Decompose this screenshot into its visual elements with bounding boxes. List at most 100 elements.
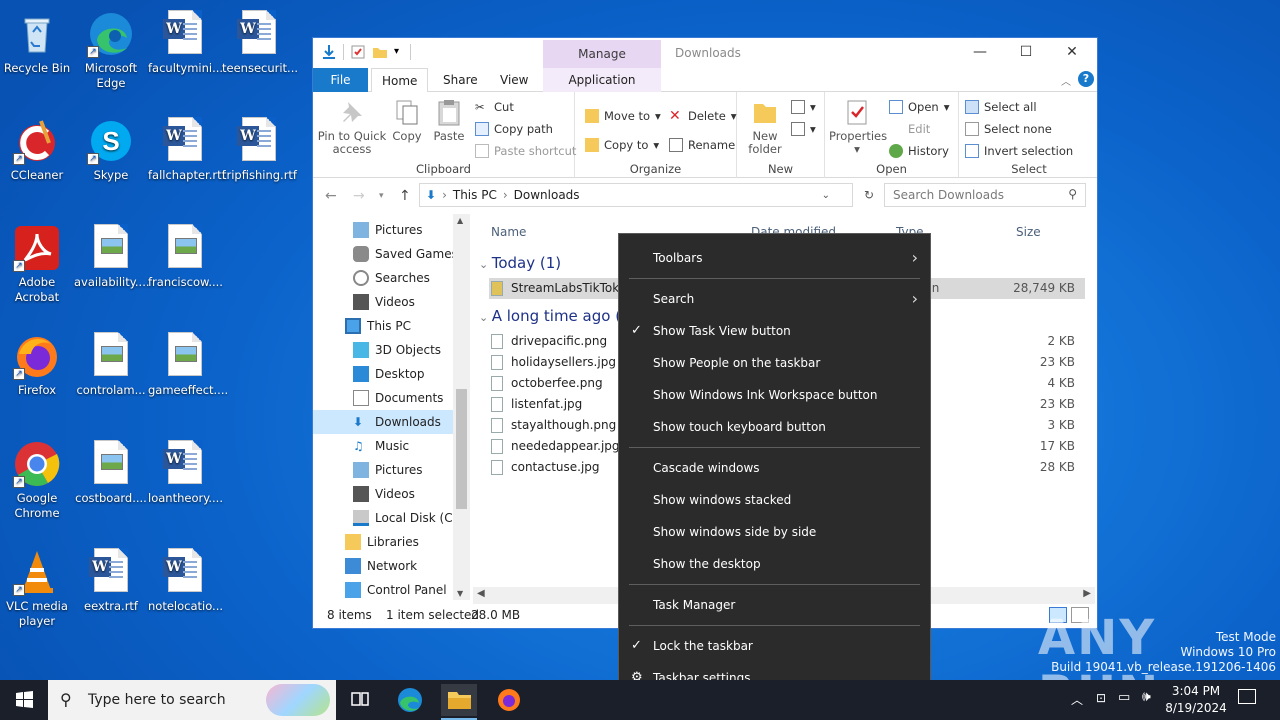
desktop-icon-file[interactable]: W fallchapter.rtf [148,113,226,183]
easy-access-button[interactable]: ▾ [791,122,816,136]
nav-scroll-thumb[interactable] [456,389,467,509]
close-button[interactable]: ✕ [1049,38,1095,68]
search-input[interactable]: Search Downloads ⚲ [884,183,1086,207]
desktop-icon-microsoft-edge[interactable]: ↗ Microsoft Edge [74,6,148,91]
tab-file[interactable]: File [313,68,368,92]
desktop-icon-file[interactable]: W loantheory.... [148,436,223,506]
show-hidden-icons-icon[interactable]: ︿ [1071,691,1083,708]
tab-view[interactable]: View [490,68,538,92]
rename-button[interactable]: Rename [669,138,735,152]
desktop-icon-firefox[interactable]: ↗ Firefox [0,328,74,398]
pin-quick-access-button[interactable]: Pin to Quick access [317,98,387,156]
invert-selection-button[interactable]: Invert selection [965,144,1073,158]
nav-item-downloads[interactable]: ⬇ Downloads [353,410,441,434]
nav-item-this-pc[interactable]: This PC [345,314,411,338]
start-button[interactable] [0,680,48,720]
delete-button[interactable]: ✕ Delete ▾ [669,109,737,123]
volume-icon[interactable]: 🕪 [1142,689,1151,705]
properties-button[interactable]: Properties ▾ [829,98,887,156]
menu-item-show-desktop[interactable]: Show the desktop [619,549,930,579]
maximize-button[interactable]: ☐ [1003,38,1049,68]
breadcrumb-downloads[interactable]: Downloads [514,188,580,202]
move-to-button[interactable]: Move to ▾ [585,109,661,123]
taskbar-file-explorer-button[interactable] [441,684,477,720]
menu-item-search[interactable]: Search › [619,284,930,314]
nav-item-videos[interactable]: Videos [353,290,415,314]
help-icon[interactable]: ? [1078,71,1094,87]
nav-item-local-disk[interactable]: Local Disk (C:) [353,506,461,530]
menu-item-touch-keyboard[interactable]: Show touch keyboard button [619,412,930,442]
desktop-icon-file[interactable]: W eextra.rtf [74,544,148,614]
nav-item-music[interactable]: ♫ Music [353,434,409,458]
new-item-button[interactable]: ▾ [791,100,816,114]
tab-share[interactable]: Share [433,68,488,92]
properties-check-icon[interactable] [350,44,366,60]
minimize-button[interactable]: — [957,38,1003,68]
nav-item-desktop[interactable]: Desktop [353,362,425,386]
nav-item-libraries[interactable]: Libraries [345,530,419,554]
tab-home[interactable]: Home [371,68,429,93]
desktop-icon-skype[interactable]: S ↗ Skype [74,113,148,183]
nav-item-saved-games[interactable]: Saved Games [353,242,458,266]
menu-item-cascade[interactable]: Cascade windows [619,453,930,483]
scroll-right-icon[interactable]: ▶ [1083,588,1091,599]
task-view-button[interactable] [342,684,378,716]
copy-button[interactable]: Copy [387,98,427,143]
address-box[interactable]: ⬇ › This PC › Downloads ⌄ ↻ [419,183,874,207]
scroll-down-icon[interactable]: ▼ [457,589,463,598]
network-tray-icon[interactable]: ⊡ [1096,691,1106,705]
group-header-today[interactable]: ⌄ Today (1) [479,254,561,272]
menu-item-side-by-side[interactable]: Show windows side by side [619,517,930,547]
copy-path-button[interactable]: Copy path [475,122,553,136]
scroll-up-icon[interactable]: ▲ [457,216,463,225]
scroll-left-icon[interactable]: ◀ [477,588,485,599]
nav-item-3d-objects[interactable]: 3D Objects [353,338,441,362]
column-header-name[interactable]: Name [491,225,526,239]
desktop-icon-file[interactable]: availability.... [74,220,150,290]
desktop-icon-file[interactable]: gameeffect.... [148,328,228,398]
paste-shortcut-button[interactable]: Paste shortcut [475,144,576,158]
taskbar-edge-button[interactable] [392,684,428,716]
group-header-older[interactable]: ⌄ A long time ago (7 [479,307,631,325]
nav-item-searches[interactable]: Searches [353,266,430,290]
qat-dropdown-icon[interactable]: ▾ [394,44,404,60]
nav-scrollbar[interactable]: ▲ ▼ [453,214,470,600]
nav-item-pictures-2[interactable]: Pictures [353,458,423,482]
back-arrow-icon[interactable]: ← [325,188,337,204]
paste-button[interactable]: Paste [429,98,469,143]
select-none-button[interactable]: Select none [965,122,1052,136]
collapse-ribbon-icon[interactable]: ︿ [1061,73,1071,88]
desktop-icon-ccleaner[interactable]: ↗ CCleaner [0,113,74,183]
tab-manage[interactable]: Manage [543,40,661,68]
desktop-icon-file[interactable]: W teensecurit... [222,6,298,76]
display-tray-icon[interactable]: ▭ [1118,690,1130,705]
desktop-icon-recycle-bin[interactable]: Recycle Bin [0,6,74,76]
nav-item-documents[interactable]: Documents [353,386,443,410]
nav-item-pictures[interactable]: Pictures [353,218,423,242]
menu-item-task-manager[interactable]: Task Manager [619,590,930,620]
breadcrumb-this-pc[interactable]: This PC [453,188,497,202]
desktop-icon-vlc[interactable]: ↗ VLC media player [0,544,74,629]
desktop-icon-file[interactable]: costboard.... [74,436,148,506]
clock[interactable]: 3:04 PM 8/19/2024 [1164,683,1228,717]
menu-item-task-view[interactable]: ✓ Show Task View button [619,316,930,346]
edit-button[interactable]: Edit [889,122,930,136]
menu-item-ink-workspace[interactable]: Show Windows Ink Workspace button [619,380,930,410]
refresh-icon[interactable]: ↻ [864,188,874,202]
copy-to-button[interactable]: Copy to ▾ [585,138,659,152]
notification-center-icon[interactable] [1238,689,1256,704]
taskbar-search-box[interactable]: ⚲ Type here to search [48,680,336,720]
menu-item-toolbars[interactable]: Toolbars › [619,243,930,273]
select-all-button[interactable]: Select all [965,100,1037,114]
history-button[interactable]: History [889,144,949,158]
nav-item-control-panel[interactable]: Control Panel [345,578,447,600]
open-button[interactable]: Open ▾ [889,100,950,114]
up-arrow-icon[interactable]: ↑ [399,188,411,204]
desktop-icon-file[interactable]: franciscow.... [148,220,223,290]
menu-item-people[interactable]: Show People on the taskbar [619,348,930,378]
desktop-icon-adobe-acrobat[interactable]: ↗ Adobe Acrobat [0,220,74,305]
cut-button[interactable]: ✂ Cut [475,100,514,114]
taskbar-firefox-button[interactable] [491,684,527,716]
column-header-size[interactable]: Size [1016,225,1041,239]
desktop-icon-file[interactable]: W tripfishing.rtf [222,113,297,183]
